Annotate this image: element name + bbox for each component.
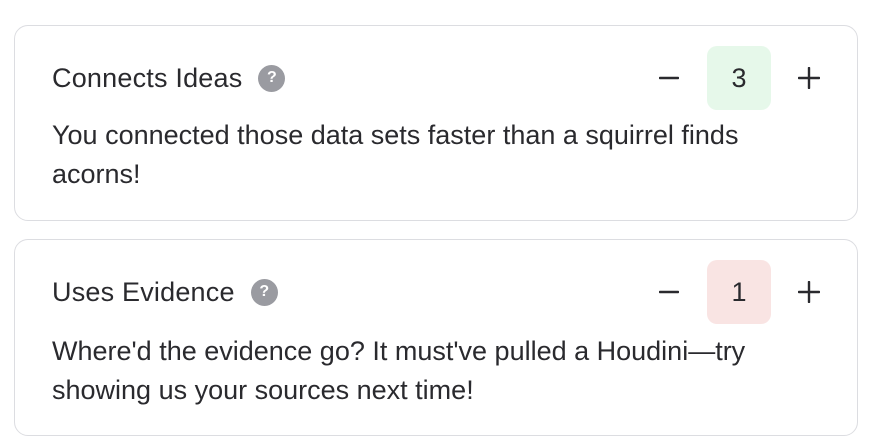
plus-icon <box>798 67 820 89</box>
minus-icon <box>659 76 679 80</box>
score-value: 3 <box>707 46 771 110</box>
criterion-header: Connects Ideas ? <box>52 62 286 94</box>
criterion-card-uses-evidence: Uses Evidence ? 1 Where'd the evidence g… <box>14 239 858 436</box>
criterion-comment: You connected those data sets faster tha… <box>52 120 739 189</box>
minus-icon <box>659 290 679 294</box>
score-stepper: 1 <box>655 260 823 324</box>
increment-button[interactable] <box>795 278 823 306</box>
criterion-title: Connects Ideas <box>52 62 243 93</box>
increment-button[interactable] <box>795 64 823 92</box>
help-icon[interactable]: ? <box>250 278 278 306</box>
decrement-button[interactable] <box>655 64 683 92</box>
decrement-button[interactable] <box>655 278 683 306</box>
criterion-comment: Where'd the evidence go? It must've pull… <box>52 336 746 405</box>
help-icon[interactable]: ? <box>258 64 286 92</box>
criterion-header: Uses Evidence ? <box>52 276 278 308</box>
criterion-title: Uses Evidence <box>52 276 235 307</box>
score-stepper: 3 <box>655 46 823 110</box>
score-value: 1 <box>707 260 771 324</box>
criterion-card-connects-ideas: Connects Ideas ? 3 You connected those d… <box>14 25 858 221</box>
plus-icon <box>798 281 820 303</box>
